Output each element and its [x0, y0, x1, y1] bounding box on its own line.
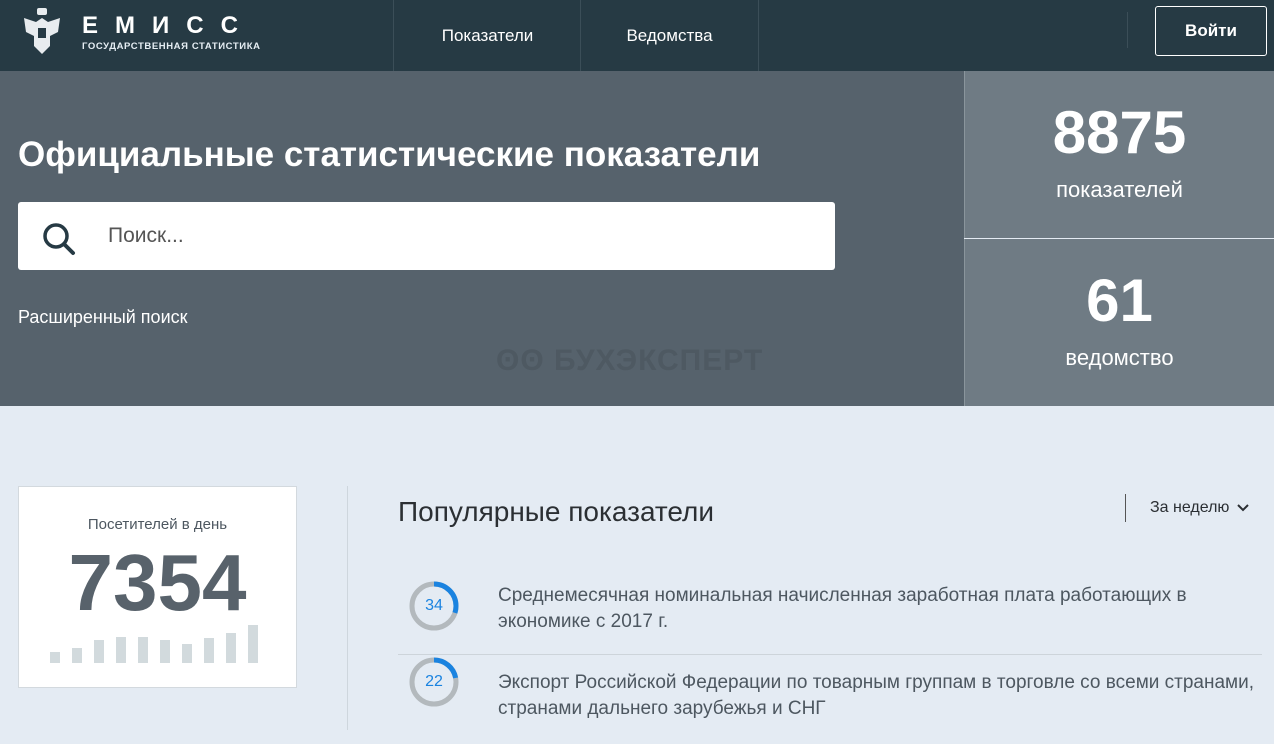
visitors-bars	[50, 623, 260, 663]
agencies-count[interactable]: 61 ведомство	[964, 239, 1274, 406]
rating-value: 22	[425, 673, 443, 690]
visitors-value: 7354	[68, 538, 247, 627]
list-item[interactable]: 34 Среднемесячная номинальная начисленна…	[398, 567, 1262, 655]
period-dropdown[interactable]: За неделю	[1125, 494, 1250, 522]
visitors-bar	[94, 640, 104, 663]
search-icon[interactable]	[42, 222, 76, 256]
visitors-bar	[204, 638, 214, 663]
advanced-search-link[interactable]: Расширенный поиск	[18, 307, 188, 328]
visitors-bar	[182, 644, 192, 663]
rating-value: 34	[425, 597, 443, 614]
search-box	[18, 202, 835, 270]
brand-name[interactable]: ЕМИСС	[82, 12, 255, 40]
brand-subtitle: ГОСУДАРСТВЕННАЯ СТАТИСТИКА	[82, 41, 261, 52]
visitors-bar	[72, 648, 82, 663]
indicators-count-value: 8875	[1052, 99, 1187, 166]
list-item[interactable]: 22 Экспорт Российской Федерации по товар…	[398, 656, 1262, 744]
visitors-label: Посетителей в день	[87, 516, 228, 533]
watermark-text: БУХЭКСПЕРТ	[554, 344, 764, 377]
chevron-down-icon	[1237, 504, 1250, 512]
visitors-bar	[160, 640, 170, 663]
coat-of-arms-logo[interactable]	[20, 6, 64, 56]
visitors-card: Посетителей в день 7354	[18, 486, 297, 688]
visitors-bar	[138, 637, 148, 663]
nav-agencies[interactable]: Ведомства	[580, 0, 759, 71]
indicator-link[interactable]: Среднемесячная номинальная начисленная з…	[498, 583, 1258, 635]
top-bar: ЕМИСС ГОСУДАРСТВЕННАЯ СТАТИСТИКА Показат…	[0, 0, 1274, 71]
rating-donut: 34	[408, 580, 460, 632]
hero: Официальные статистические показатели Ра…	[0, 71, 964, 406]
search-input[interactable]	[108, 202, 808, 270]
nav-indicators[interactable]: Показатели	[393, 0, 581, 71]
divider	[1127, 12, 1128, 48]
visitors-bar	[50, 652, 60, 663]
login-button[interactable]: Войти	[1155, 6, 1267, 56]
visitors-bar	[116, 637, 126, 663]
divider	[347, 486, 348, 730]
indicators-count-label: показателей	[1056, 177, 1183, 202]
agencies-count-value: 61	[1086, 267, 1153, 334]
watermark: ʘʘ БУХЭКСПЕРТ	[496, 344, 764, 377]
rating-donut: 22	[408, 656, 460, 708]
page-title: Официальные статистические показатели	[18, 135, 761, 174]
visitors-bar	[226, 633, 236, 663]
indicator-link[interactable]: Экспорт Российской Федерации по товарным…	[498, 670, 1258, 722]
period-value: За неделю	[1150, 499, 1230, 516]
indicators-count[interactable]: 8875 показателей	[964, 71, 1274, 238]
visitors-bar	[248, 625, 258, 663]
popular-title: Популярные показатели	[398, 496, 715, 527]
agencies-count-label: ведомство	[1065, 345, 1174, 370]
